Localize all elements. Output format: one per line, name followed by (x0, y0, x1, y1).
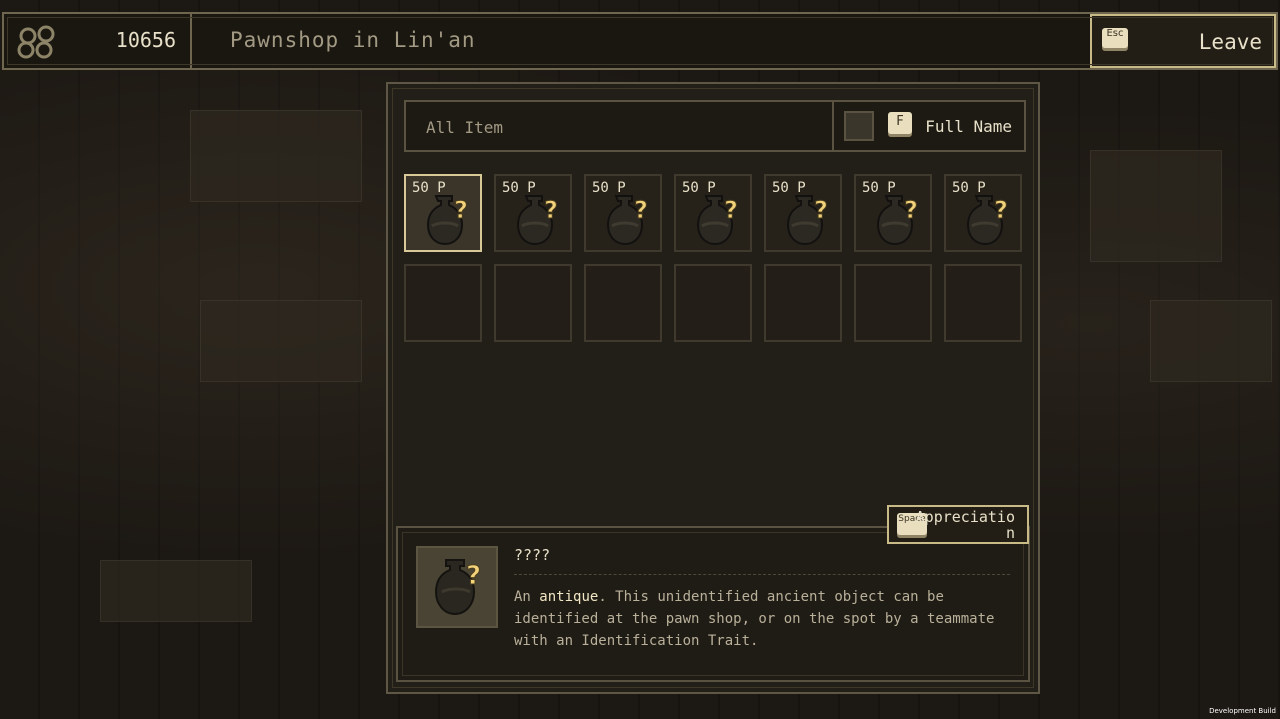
background-shelf (1150, 300, 1272, 382)
f-key-hint: F (888, 112, 912, 134)
item-description: An antique. This unidentified ancient ob… (514, 586, 1018, 652)
inventory-slot[interactable]: ? 50 P (674, 174, 752, 252)
item-price: 50 P (412, 180, 446, 196)
empty-slot[interactable] (494, 264, 572, 342)
coins-icon (17, 25, 55, 59)
unidentified-antique-icon: ? (416, 546, 498, 628)
empty-slot[interactable] (584, 264, 662, 342)
background-shelf (1090, 150, 1222, 262)
appreciation-label: Appreciation (915, 508, 1015, 542)
svg-text:?: ? (814, 196, 828, 224)
full-name-checkbox[interactable] (844, 111, 874, 141)
inventory-slot[interactable]: ? 50 P (944, 174, 1022, 252)
svg-text:?: ? (994, 196, 1008, 224)
filter-dropdown[interactable]: All Item (426, 118, 503, 137)
appreciation-button[interactable]: Space Appreciation (887, 505, 1029, 544)
full-name-toggle[interactable]: F Full Name (832, 102, 1024, 150)
inventory-slot[interactable]: ? 50 P (494, 174, 572, 252)
svg-text:?: ? (904, 196, 918, 224)
empty-slot[interactable] (764, 264, 842, 342)
filter-bar: All Item F Full Name (404, 100, 1026, 152)
item-detail-panel: ? ???? An antique. This unidentified anc… (396, 526, 1030, 682)
item-price: 50 P (772, 180, 806, 196)
item-name: ???? (514, 546, 551, 564)
item-price: 50 P (502, 180, 536, 196)
leave-label: Leave (1198, 30, 1262, 54)
inventory-slot[interactable]: ? 50 P (764, 174, 842, 252)
leave-button[interactable]: Esc Leave (1090, 14, 1276, 68)
empty-slot[interactable] (854, 264, 932, 342)
top-bar: 10656 Pawnshop in Lin'an Esc Leave (2, 12, 1278, 70)
inventory-slot[interactable]: ? 50 P (854, 174, 932, 252)
svg-text:?: ? (634, 196, 648, 224)
empty-slot[interactable] (404, 264, 482, 342)
background-shelf (190, 110, 362, 202)
inventory-slot[interactable]: ? 50 P (584, 174, 662, 252)
item-price: 50 P (592, 180, 626, 196)
svg-text:?: ? (454, 196, 468, 224)
item-price: 50 P (682, 180, 716, 196)
background-shelf (200, 300, 362, 382)
divider (514, 574, 1010, 575)
development-build-label: Development Build (1209, 707, 1276, 715)
description-prefix: An (514, 589, 540, 605)
full-name-label: Full Name (925, 117, 1012, 136)
background-shelf (100, 560, 252, 622)
description-keyword: antique (539, 589, 599, 605)
svg-text:?: ? (724, 196, 738, 224)
item-price: 50 P (952, 180, 986, 196)
currency-display: 10656 (6, 14, 192, 68)
shop-title: Pawnshop in Lin'an (230, 28, 476, 52)
svg-text:?: ? (466, 561, 481, 591)
coin-amount: 10656 (115, 28, 176, 52)
item-price: 50 P (862, 180, 896, 196)
empty-slot[interactable] (944, 264, 1022, 342)
empty-slot[interactable] (674, 264, 752, 342)
svg-text:?: ? (544, 196, 558, 224)
esc-key-hint: Esc (1102, 28, 1128, 48)
inventory-slot[interactable]: ? 50 P (404, 174, 482, 252)
